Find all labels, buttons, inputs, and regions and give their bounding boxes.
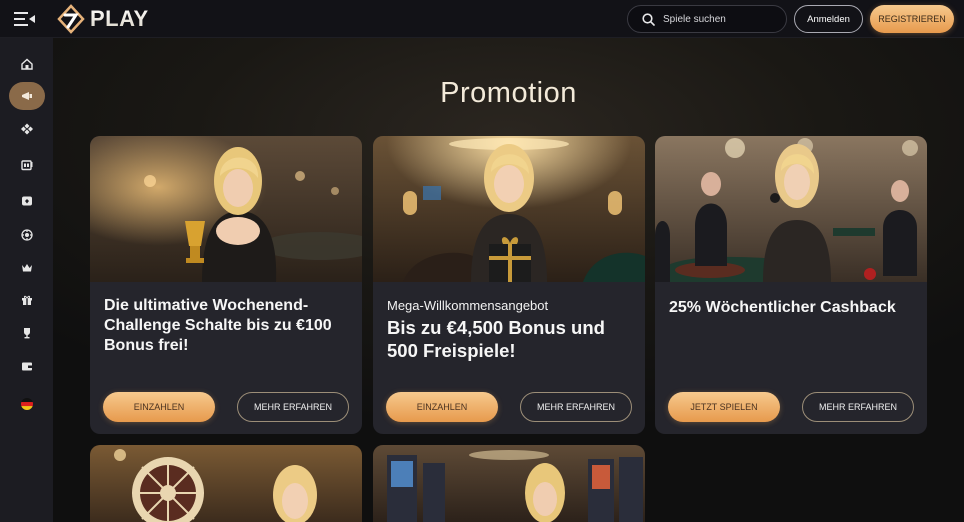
search-box[interactable] (627, 5, 787, 33)
sidebar-item-games[interactable] (9, 115, 45, 143)
sidebar (0, 38, 53, 522)
gift-icon (22, 295, 32, 305)
promo-title: 25% Wöchentlicher Cashback (669, 299, 896, 316)
promo-card-weekend: Die ultimative Wochenend-Challenge Schal… (90, 136, 362, 434)
home-icon (21, 58, 33, 70)
sidebar-item-bonus[interactable] (9, 286, 45, 314)
page-title: Promotion (440, 77, 577, 109)
register-button[interactable]: REGISTRIEREN (870, 5, 954, 33)
play-now-button[interactable]: JETZT SPIELEN (668, 392, 780, 422)
promo-image-weekend (90, 136, 362, 282)
sidebar-item-vip[interactable] (9, 254, 45, 282)
sidebar-item-language[interactable] (9, 390, 45, 418)
logo-mark-icon (57, 4, 85, 34)
promo-body: Die ultimative Wochenend-Challenge Schal… (104, 296, 350, 356)
promo-image-welcome (373, 136, 645, 282)
live-casino-icon (22, 196, 32, 206)
brand-logo[interactable]: PLAY (56, 3, 149, 35)
promo-subtitle: Mega-Willkommensangebot (387, 298, 549, 313)
promo-body: Mega-Willkommensangebot Bis zu €4,500 Bo… (387, 298, 633, 362)
slots-icon (21, 160, 33, 171)
crown-icon (22, 264, 32, 272)
german-flag-icon (21, 398, 33, 410)
promo-title: Die ultimative Wochenend-Challenge Schal… (104, 297, 332, 354)
promo-title: Bis zu €4,500 Bonus und 500 Freispiele! (387, 317, 605, 361)
promo-body: 25% Wöchentlicher Cashback (669, 298, 915, 318)
sidebar-item-roulette[interactable] (9, 221, 45, 249)
learn-more-button[interactable]: MEHR ERFAHREN (802, 392, 914, 422)
promo-image-wheel (90, 445, 362, 522)
sidebar-item-live-casino[interactable] (9, 187, 45, 215)
promo-card-partial-slots[interactable] (373, 445, 645, 522)
learn-more-button[interactable]: MEHR ERFAHREN (237, 392, 349, 422)
learn-more-button[interactable]: MEHR ERFAHREN (520, 392, 632, 422)
games-icon (21, 123, 33, 135)
promotion-icon (22, 92, 32, 100)
promo-image-cashback (655, 136, 927, 282)
promo-image-slots (373, 445, 645, 522)
search-icon (642, 12, 655, 26)
promo-card-partial-wheel[interactable] (90, 445, 362, 522)
sidebar-item-tournaments[interactable] (9, 319, 45, 347)
sidebar-item-promotion[interactable] (9, 82, 45, 110)
main-content: Promotion Die ultimative Wochenend-Chall… (53, 38, 964, 522)
sidebar-item-wallet[interactable] (9, 352, 45, 380)
sidebar-item-home[interactable] (9, 50, 45, 78)
menu-toggle-icon[interactable] (14, 10, 36, 28)
top-bar: PLAY Anmelden REGISTRIEREN (0, 0, 964, 38)
search-input[interactable] (663, 13, 773, 25)
roulette-icon (21, 229, 33, 241)
sidebar-item-slots[interactable] (9, 151, 45, 179)
logo-text: PLAY (90, 6, 149, 31)
wallet-icon (22, 362, 32, 371)
promo-card-cashback: 25% Wöchentlicher Cashback JETZT SPIELEN… (655, 136, 927, 434)
deposit-button[interactable]: EINZAHLEN (103, 392, 215, 422)
deposit-button[interactable]: EINZAHLEN (386, 392, 498, 422)
login-button[interactable]: Anmelden (794, 5, 863, 33)
trophy-icon (24, 328, 30, 339)
promo-card-welcome: Mega-Willkommensangebot Bis zu €4,500 Bo… (373, 136, 645, 434)
